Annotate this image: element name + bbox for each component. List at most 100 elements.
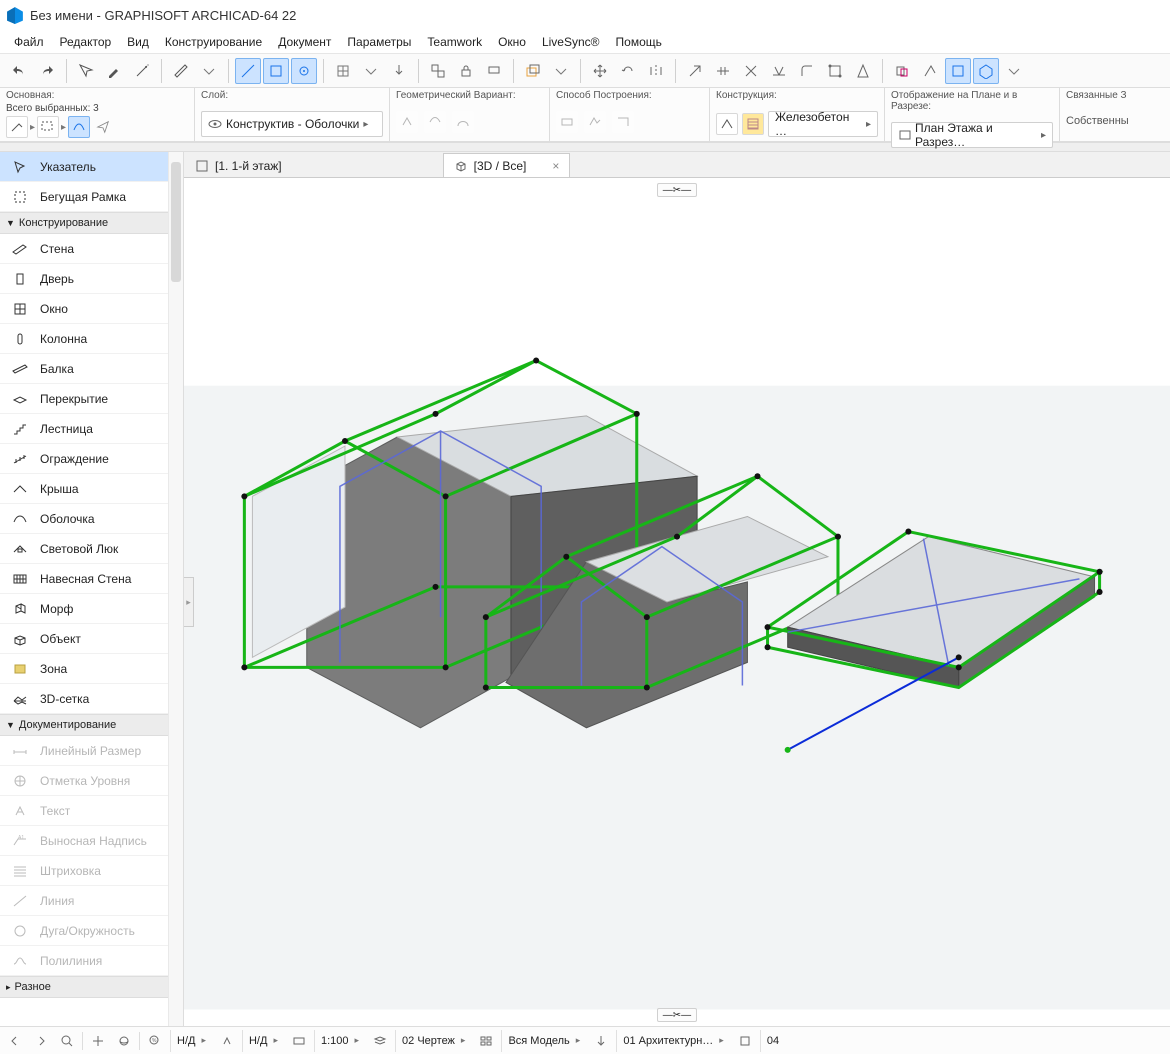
status-layers-icon[interactable]	[369, 1030, 391, 1052]
tool-curtain-wall[interactable]: Навесная Стена	[0, 564, 183, 594]
suspend-groups-button[interactable]	[425, 58, 451, 84]
gravity-button[interactable]	[386, 58, 412, 84]
adjust-button[interactable]	[710, 58, 736, 84]
grid-button[interactable]	[330, 58, 356, 84]
intersect-button[interactable]	[738, 58, 764, 84]
tool-polyline[interactable]: Полилиния	[0, 946, 183, 976]
tool-line[interactable]: Линия	[0, 886, 183, 916]
status-pen-icon[interactable]	[590, 1030, 612, 1052]
select-filter-button[interactable]	[37, 116, 59, 138]
status-scale-icon[interactable]	[288, 1030, 310, 1052]
tool-default-icon[interactable]	[6, 116, 28, 138]
status-arch[interactable]: 01 Архитектурн…▸	[616, 1030, 730, 1052]
constr-method-1[interactable]	[556, 111, 578, 133]
ruler-button[interactable]	[168, 58, 194, 84]
menu-teamwork[interactable]: Teamwork	[419, 33, 490, 51]
tool-beam[interactable]: Балка	[0, 354, 183, 384]
zoom-back-button[interactable]	[4, 1030, 26, 1052]
move-button[interactable]	[587, 58, 613, 84]
snap-element-button[interactable]	[263, 58, 289, 84]
status-scale[interactable]: 1:100▸	[314, 1030, 365, 1052]
tool-a-button[interactable]	[889, 58, 915, 84]
tab-floor-plan[interactable]: [1. 1-й этаж]	[184, 153, 293, 177]
info-paperplane-icon[interactable]	[92, 116, 114, 138]
tool-arc[interactable]: Дуга/Окружность	[0, 916, 183, 946]
group-document[interactable]: ▼Документирование	[0, 714, 183, 736]
close-tab-button[interactable]: ×	[552, 159, 559, 173]
menu-options[interactable]: Параметры	[339, 33, 419, 51]
tool-mesh[interactable]: 3D-сетка	[0, 684, 183, 714]
menu-livesync[interactable]: LiveSync®	[534, 33, 608, 51]
group-more[interactable]: ▸Разное	[0, 976, 183, 998]
sidebar-scrollbar[interactable]	[168, 152, 183, 1026]
structure-mode-1[interactable]	[716, 113, 738, 135]
tool-door[interactable]: Дверь	[0, 264, 183, 294]
rotate-button[interactable]	[615, 58, 641, 84]
menu-design[interactable]: Конструирование	[157, 33, 270, 51]
tool-dimension[interactable]: Линейный Размер	[0, 736, 183, 766]
tool-railing[interactable]: Ограждение	[0, 444, 183, 474]
zoom-fit-button[interactable]	[56, 1030, 78, 1052]
plan-display-dropdown[interactable]: План Этажа и Разрез… ▸	[891, 122, 1053, 148]
info-shell-icon[interactable]	[68, 116, 90, 138]
layer-dropdown[interactable]: Конструктив - Оболочки ▸	[201, 111, 383, 137]
geom-opt-2[interactable]	[424, 111, 446, 133]
status-view-icon[interactable]	[734, 1030, 756, 1052]
lock-button[interactable]	[453, 58, 479, 84]
zoom-fwd-button[interactable]	[30, 1030, 52, 1052]
viewport-3d[interactable]: —✂— ▸ z y x	[184, 178, 1170, 1026]
geom-opt-3[interactable]	[452, 111, 474, 133]
undo-button[interactable]	[6, 58, 32, 84]
snap-guide-button[interactable]	[235, 58, 261, 84]
split-button[interactable]	[682, 58, 708, 84]
tool-stair[interactable]: Лестница	[0, 414, 183, 444]
tool-c-button[interactable]	[945, 58, 971, 84]
constr-method-2[interactable]	[584, 111, 606, 133]
tool-text[interactable]: Текст	[0, 796, 183, 826]
status-icon-a[interactable]	[216, 1030, 238, 1052]
menu-file[interactable]: Файл	[6, 33, 52, 51]
tool-d-button[interactable]	[973, 58, 999, 84]
tool-window[interactable]: Окно	[0, 294, 183, 324]
tool-skylight[interactable]: Световой Люк	[0, 534, 183, 564]
snap-point-button[interactable]	[291, 58, 317, 84]
trace-button[interactable]	[520, 58, 546, 84]
panel-collapse-handle[interactable]: ▸	[184, 577, 194, 627]
structure-mode-2[interactable]	[742, 113, 764, 135]
menu-window[interactable]: Окно	[490, 33, 534, 51]
tool-level[interactable]: Отметка Уровня	[0, 766, 183, 796]
mirror-button[interactable]	[643, 58, 669, 84]
redo-button[interactable]	[34, 58, 60, 84]
show-hide-button[interactable]	[481, 58, 507, 84]
grid-dropdown[interactable]	[358, 58, 384, 84]
tool-wall[interactable]: Стена	[0, 234, 183, 264]
tool-object[interactable]: Объект	[0, 624, 183, 654]
tool-column[interactable]: Колонна	[0, 324, 183, 354]
tool-b-button[interactable]	[917, 58, 943, 84]
trim-button[interactable]	[766, 58, 792, 84]
menu-view[interactable]: Вид	[119, 33, 157, 51]
magic-wand-button[interactable]	[129, 58, 155, 84]
pick-button[interactable]	[73, 58, 99, 84]
geom-opt-1[interactable]	[396, 111, 418, 133]
tool-slab[interactable]: Перекрытие	[0, 384, 183, 414]
status-nd2[interactable]: Н/Д▸	[242, 1030, 284, 1052]
eyedropper-button[interactable]	[101, 58, 127, 84]
tool-d-dropdown[interactable]	[1001, 58, 1027, 84]
tool-marquee[interactable]: Бегущая Рамка	[0, 182, 183, 212]
resize-button[interactable]	[822, 58, 848, 84]
tool-pointer[interactable]: Указатель	[0, 152, 183, 182]
tool-morph[interactable]: Морф	[0, 594, 183, 624]
pan-button[interactable]	[87, 1030, 109, 1052]
tab-3d[interactable]: [3D / Все] ×	[443, 153, 571, 177]
status-model[interactable]: Вся Модель▸	[501, 1030, 586, 1052]
tool-shell[interactable]: Оболочка	[0, 504, 183, 534]
group-design[interactable]: ▼Конструирование	[0, 212, 183, 234]
orbit-button[interactable]	[113, 1030, 135, 1052]
constr-method-3[interactable]	[612, 111, 634, 133]
tool-label[interactable]: A1Выносная Надпись	[0, 826, 183, 856]
scissors-toggle-bottom[interactable]: —✂—	[657, 1008, 697, 1022]
zoom-percent-button[interactable]: %	[144, 1030, 166, 1052]
menu-help[interactable]: Помощь	[608, 33, 670, 51]
structure-dropdown[interactable]: Железобетон … ▸	[768, 111, 878, 137]
